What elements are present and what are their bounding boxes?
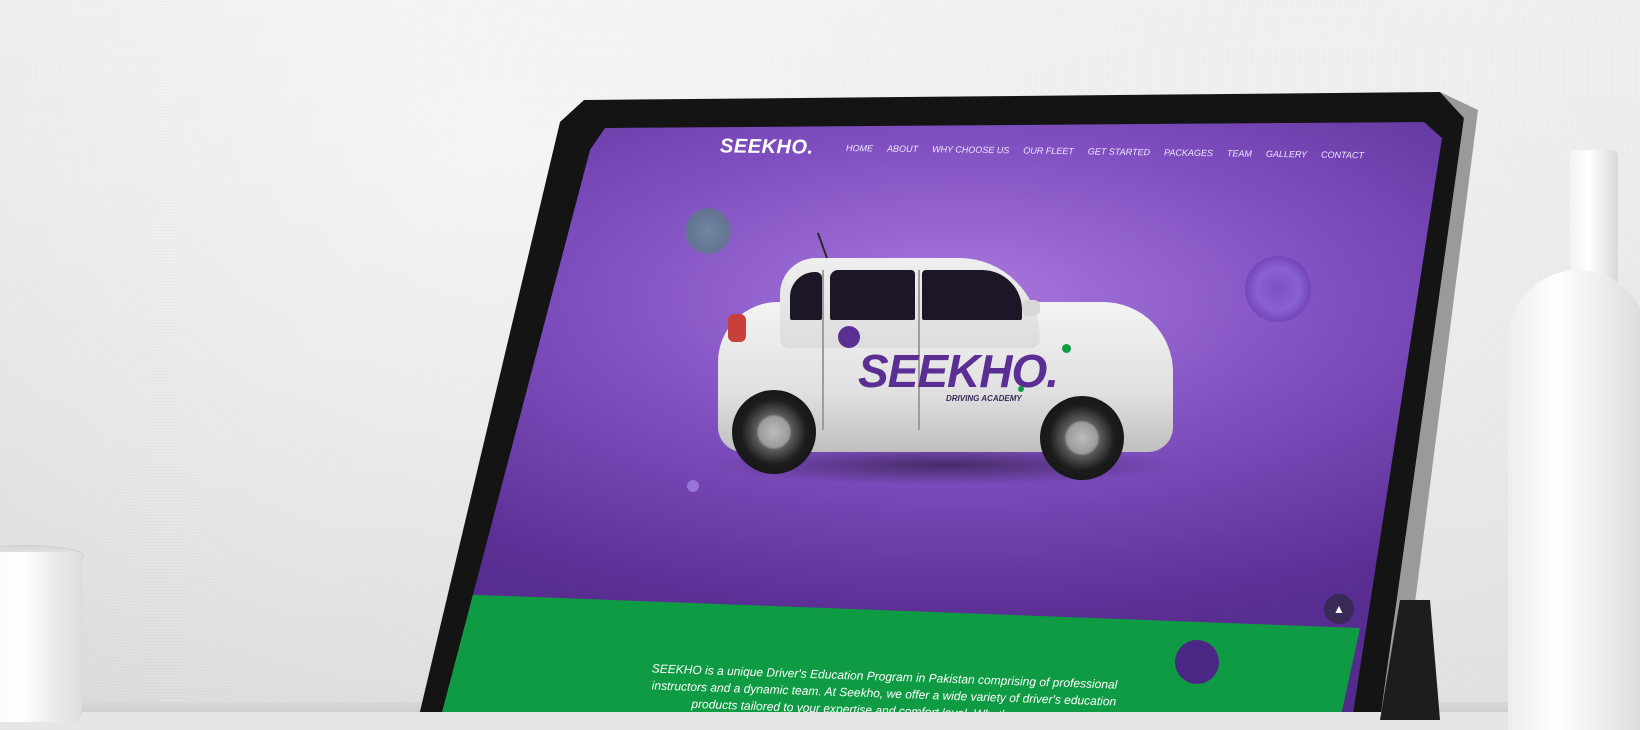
car-decal-logo: SEEKHO.	[858, 345, 1059, 397]
nav-home[interactable]: HOME	[846, 143, 873, 153]
nav-packages[interactable]: PACKAGES	[1164, 147, 1213, 158]
hero-car-image: SEEKHO. DRIVING ACADEMY	[710, 232, 1190, 490]
nav-team[interactable]: TEAM	[1227, 148, 1252, 158]
decorative-bubble	[1175, 640, 1219, 684]
nav-our-fleet[interactable]: OUR FLEET	[1023, 145, 1074, 156]
nav-gallery[interactable]: GALLERY	[1266, 149, 1307, 160]
nav-get-started[interactable]: GET STARTED	[1088, 146, 1150, 157]
decorative-bubble	[1245, 256, 1311, 322]
nav-why-choose-us[interactable]: WHY CHOOSE US	[932, 144, 1009, 155]
car-window-back-door	[830, 270, 915, 320]
car-decal-dot	[1018, 386, 1024, 392]
car-door-line	[822, 270, 824, 430]
decorative-bubble	[687, 480, 699, 492]
car-wheel	[732, 390, 816, 474]
car-decal-dot	[838, 326, 860, 348]
tablet: SEEKHO. HOME ABOUT WHY CHOOSE US OUR FLE…	[0, 0, 1640, 720]
car-decal-dot	[1062, 344, 1071, 353]
scroll-to-top-button[interactable]: ▲	[1324, 594, 1354, 624]
triangle-up-icon: ▲	[1333, 602, 1345, 616]
site-logo[interactable]: SEEKHO.	[720, 135, 814, 159]
car-taillight	[728, 314, 746, 342]
nav-contact[interactable]: CONTACT	[1321, 150, 1364, 161]
car-decal-tagline: DRIVING ACADEMY	[946, 394, 1022, 403]
car-wheel	[1040, 396, 1124, 480]
nav-about[interactable]: ABOUT	[887, 144, 918, 154]
car-mirror	[1022, 300, 1040, 316]
